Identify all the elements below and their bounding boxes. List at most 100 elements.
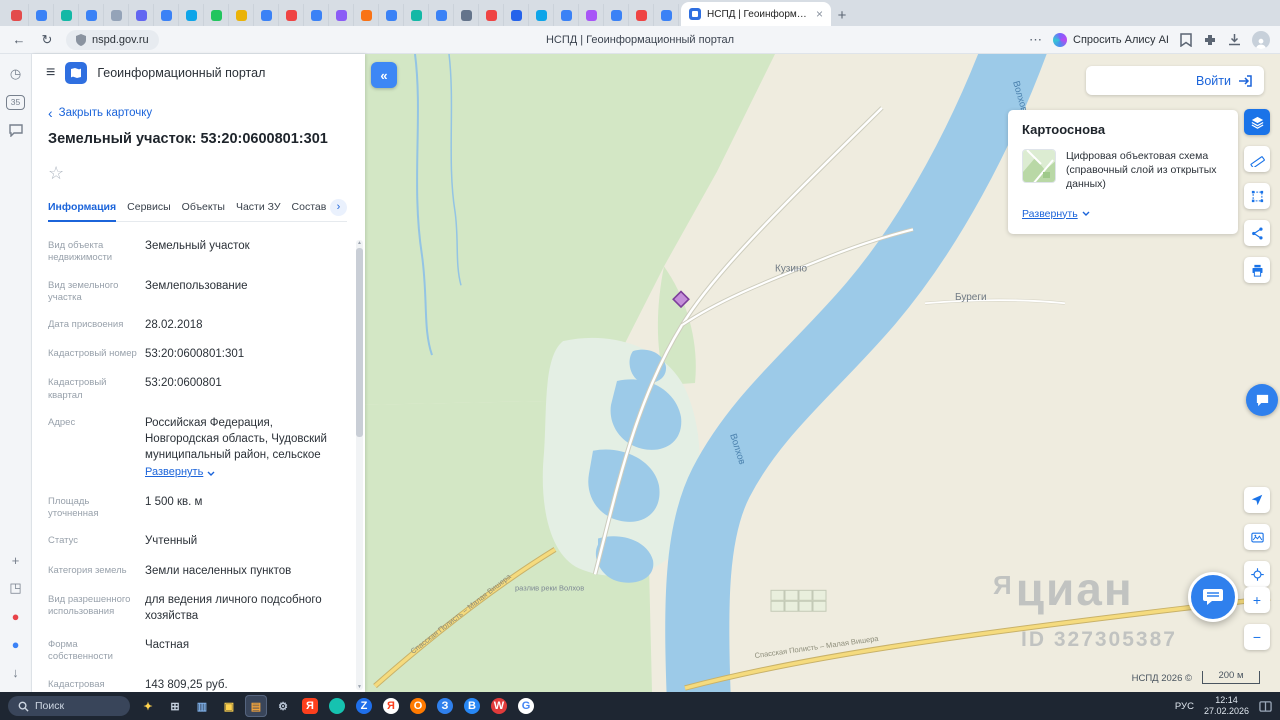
browser-tab[interactable] (204, 4, 229, 26)
browser-tab[interactable] (154, 4, 179, 26)
bookmarks-icon[interactable] (1180, 32, 1192, 47)
explorer-icon[interactable]: ▣ (218, 695, 240, 717)
layers-button[interactable] (1244, 109, 1270, 135)
z-app-icon[interactable]: Z (353, 695, 375, 717)
browser-tab[interactable] (454, 4, 479, 26)
login-button[interactable]: Войти (1086, 66, 1264, 95)
refresh-icon[interactable]: ↻ (38, 32, 56, 48)
tab-favicon (510, 9, 522, 21)
browser-tab[interactable] (379, 4, 404, 26)
tab-favicon (160, 9, 172, 21)
browser-tab[interactable] (404, 4, 429, 26)
site-chip[interactable]: nspd.gov.ru (66, 29, 159, 50)
collapse-panel-button[interactable]: « (371, 62, 397, 88)
tab-counter-badge[interactable]: 35 (5, 91, 27, 113)
task-view-icon[interactable]: ⊞ (164, 695, 186, 717)
yandex-circle-icon[interactable]: Я (380, 695, 402, 717)
chat-fab-button[interactable] (1188, 572, 1238, 622)
taskbar-search[interactable]: Поиск (8, 696, 130, 716)
browser-tab[interactable] (54, 4, 79, 26)
new-tab-button[interactable]: + (831, 4, 853, 26)
tab-services[interactable]: Сервисы (127, 196, 171, 221)
locate-button[interactable] (1244, 487, 1270, 513)
history-icon[interactable]: ◷ (5, 63, 27, 85)
scrollbar-up-arrow[interactable]: ▲ (356, 240, 363, 246)
back-icon[interactable]: ← (10, 32, 28, 47)
yandex-browser-icon[interactable]: Я (299, 695, 321, 717)
teal-app-icon[interactable] (326, 695, 348, 717)
browser-tab[interactable] (579, 4, 604, 26)
ai-sparkle-icon[interactable]: ✦ (137, 695, 159, 717)
feedback-button[interactable] (1246, 384, 1278, 416)
browser-tab[interactable] (129, 4, 154, 26)
mail-app-icon[interactable]: З (434, 695, 456, 717)
service-red-icon[interactable]: ● (5, 605, 27, 627)
tabs-scroll-right-button[interactable]: › (330, 198, 347, 216)
tab-composition[interactable]: Состав (292, 196, 327, 221)
menu-icon[interactable]: ≡ (46, 64, 55, 82)
vk-app-icon[interactable]: B (461, 695, 483, 717)
browser-tab[interactable] (4, 4, 29, 26)
browser-tab[interactable] (254, 4, 279, 26)
close-card-link[interactable]: ‹ Закрыть карточку (48, 106, 347, 120)
browser-tab[interactable] (304, 4, 329, 26)
tab-close-icon[interactable]: × (816, 7, 823, 21)
browser-tab[interactable] (479, 4, 504, 26)
scrollbar-thumb[interactable] (356, 248, 363, 437)
browser-tab[interactable] (529, 4, 554, 26)
print-button[interactable] (1244, 257, 1270, 283)
tab-information[interactable]: Информация (48, 196, 117, 222)
scrollbar-down-arrow[interactable]: ▼ (356, 684, 363, 690)
extensions-icon[interactable] (1203, 33, 1217, 47)
share-button[interactable] (1244, 220, 1270, 246)
coordinates-button[interactable] (1244, 561, 1270, 587)
browser-tab[interactable] (429, 4, 454, 26)
settings-icon[interactable]: ⚙ (272, 695, 294, 717)
browser-tab[interactable] (654, 4, 679, 26)
collapse-sidebar-icon[interactable]: ↓ (5, 661, 27, 683)
folder-open-icon[interactable]: ▤ (245, 695, 267, 717)
panel-scrollbar[interactable]: ▲ ▼ (356, 240, 363, 690)
browser-tab[interactable] (179, 4, 204, 26)
active-tab[interactable]: НСПД | Геоинформаци… × (681, 2, 831, 26)
monitor-icon[interactable]: ▥ (191, 695, 213, 717)
g-app-icon[interactable]: G (515, 695, 537, 717)
map-area[interactable]: Кузино Буреги Волхов Волхов разлив реки … (365, 54, 1280, 692)
zoom-out-button[interactable]: − (1244, 624, 1270, 650)
more-menu-icon[interactable]: ⋯ (1029, 32, 1042, 48)
service-blue-icon[interactable]: ● (5, 633, 27, 655)
widgets-icon[interactable]: ◳ (5, 577, 27, 599)
browser-tab[interactable] (354, 4, 379, 26)
zoom-in-button[interactable]: + (1244, 587, 1270, 613)
w-app-icon[interactable]: W (488, 695, 510, 717)
add-panel-icon[interactable]: + (5, 549, 27, 571)
taskbar-clock[interactable]: 12:14 27.02.2026 (1204, 695, 1249, 718)
alice-button[interactable]: Спросить Алису AI (1053, 32, 1169, 47)
basemap-expand-link[interactable]: Развернуть (1022, 208, 1090, 220)
browser-tab[interactable] (79, 4, 104, 26)
language-indicator[interactable]: РУС (1175, 701, 1194, 712)
notifications-icon[interactable] (1259, 700, 1272, 713)
browser-tab[interactable] (604, 4, 629, 26)
basemap-thumbnail[interactable] (1022, 149, 1056, 183)
downloads-icon[interactable] (1228, 33, 1241, 46)
browser-tab[interactable] (629, 4, 654, 26)
browser-tab[interactable] (504, 4, 529, 26)
browser-tab[interactable] (554, 4, 579, 26)
profile-avatar[interactable] (1252, 30, 1270, 49)
browser-tab[interactable] (279, 4, 304, 26)
taskbar: Поиск ✦ ⊞ ▥ ▣ ▤ ⚙ Я Z Я О З B W G РУС 12:14 27.02.202… (0, 692, 1280, 720)
browser-tab[interactable] (329, 4, 354, 26)
tab-parcel-parts[interactable]: Части ЗУ (236, 196, 281, 221)
messenger-icon[interactable] (5, 119, 27, 141)
measure-button[interactable] (1244, 146, 1270, 172)
o-app-icon[interactable]: О (407, 695, 429, 717)
select-area-button[interactable] (1244, 183, 1270, 209)
browser-tab[interactable] (29, 4, 54, 26)
address-expand-link[interactable]: Развернуть (145, 465, 215, 480)
favorite-star-icon[interactable]: ☆ (48, 163, 68, 184)
browser-tab[interactable] (104, 4, 129, 26)
browser-tab[interactable] (229, 4, 254, 26)
snapshot-button[interactable] (1244, 524, 1270, 550)
tab-objects[interactable]: Объекты (182, 196, 225, 221)
